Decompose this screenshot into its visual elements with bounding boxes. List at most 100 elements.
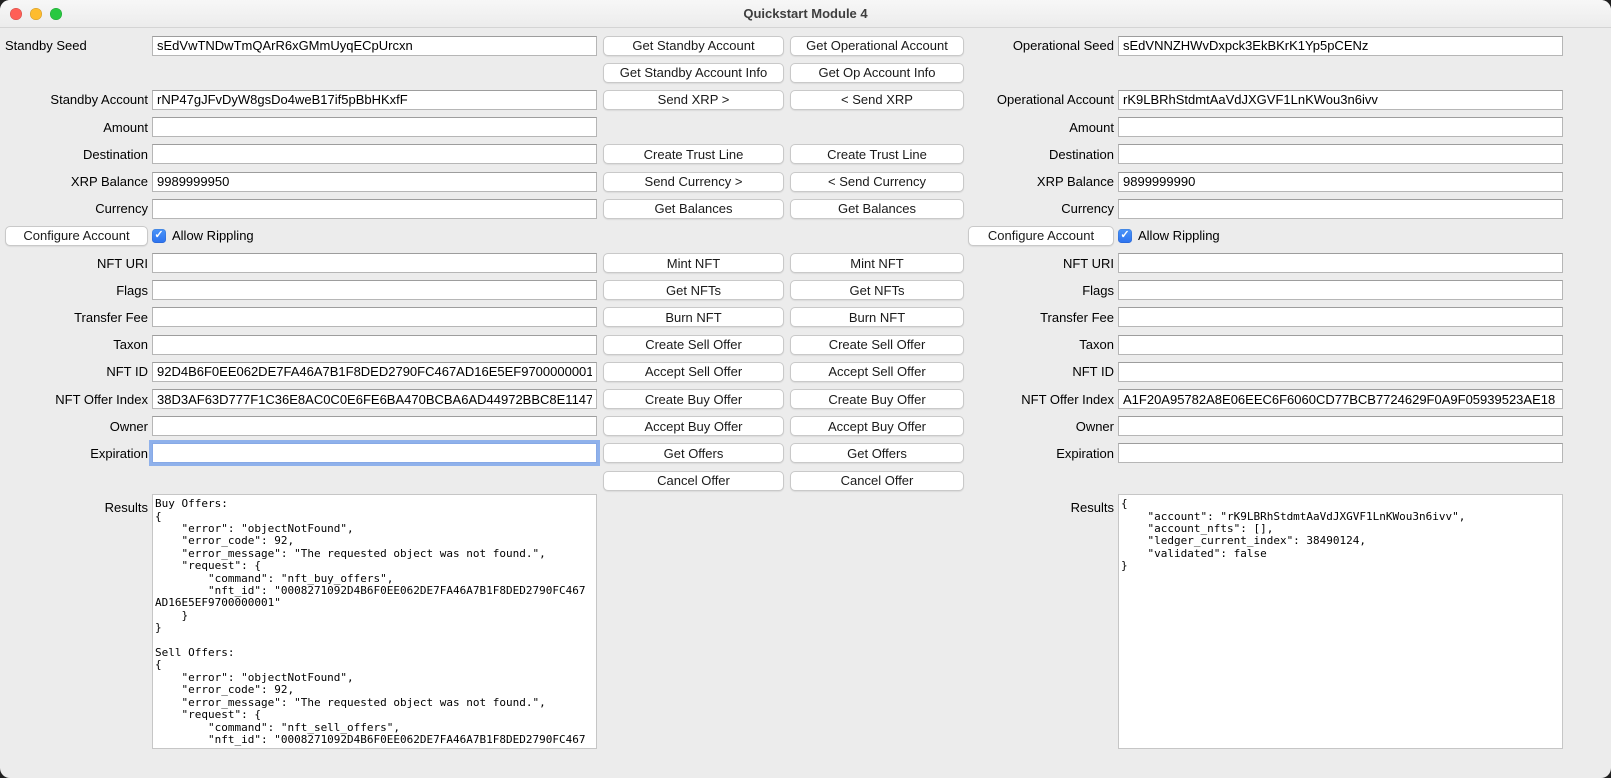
operational-balance-input[interactable] xyxy=(1118,172,1563,192)
create-trust-line-standby-button[interactable]: Create Trust Line xyxy=(603,144,784,164)
standby-taxon-label: Taxon xyxy=(5,337,148,352)
form-row: Currency Get Balances Get Balances Curre… xyxy=(5,195,1606,222)
standby-seed-input[interactable] xyxy=(152,36,597,56)
get-offers-standby-button[interactable]: Get Offers xyxy=(603,443,784,463)
operational-nft-offer-index-input[interactable] xyxy=(1118,389,1563,409)
standby-expiration-label: Expiration xyxy=(5,446,148,461)
window-content: Standby Seed Get Standby Account Get Ope… xyxy=(0,28,1611,751)
zoom-button[interactable] xyxy=(50,8,62,20)
standby-nft-offer-index-input[interactable] xyxy=(152,389,597,409)
standby-allow-rippling-label: Allow Rippling xyxy=(172,228,254,243)
operational-amount-label: Amount xyxy=(968,120,1114,135)
form-row: Standby Account Send XRP > < Send XRP Op… xyxy=(5,86,1606,113)
get-balances-standby-button[interactable]: Get Balances xyxy=(603,199,784,219)
minimize-button[interactable] xyxy=(30,8,42,20)
get-op-account-info-button[interactable]: Get Op Account Info xyxy=(790,63,964,83)
create-trust-line-operational-button[interactable]: Create Trust Line xyxy=(790,144,964,164)
standby-results-label: Results xyxy=(5,494,148,515)
get-offers-operational-button[interactable]: Get Offers xyxy=(790,443,964,463)
standby-destination-label: Destination xyxy=(5,147,148,162)
create-sell-offer-standby-button[interactable]: Create Sell Offer xyxy=(603,335,784,355)
get-operational-account-button[interactable]: Get Operational Account xyxy=(790,36,964,56)
standby-taxon-input[interactable] xyxy=(152,335,597,355)
operational-seed-input[interactable] xyxy=(1118,36,1563,56)
standby-account-label: Standby Account xyxy=(5,92,148,107)
get-standby-account-info-button[interactable]: Get Standby Account Info xyxy=(603,63,784,83)
form-row: Taxon Create Sell Offer Create Sell Offe… xyxy=(5,331,1606,358)
burn-nft-operational-button[interactable]: Burn NFT xyxy=(790,307,964,327)
standby-nft-uri-input[interactable] xyxy=(152,253,597,273)
configure-account-operational-button[interactable]: Configure Account xyxy=(968,226,1114,246)
app-window: Quickstart Module 4 Standby Seed Get Sta… xyxy=(0,0,1611,778)
form-row: Expiration Get Offers Get Offers Expirat… xyxy=(5,440,1606,467)
mint-nft-operational-button[interactable]: Mint NFT xyxy=(790,253,964,273)
standby-flags-input[interactable] xyxy=(152,280,597,300)
get-standby-account-button[interactable]: Get Standby Account xyxy=(603,36,784,56)
accept-sell-offer-standby-button[interactable]: Accept Sell Offer xyxy=(603,362,784,382)
form-row: XRP Balance Send Currency > < Send Curre… xyxy=(5,168,1606,195)
operational-destination-label: Destination xyxy=(968,147,1114,162)
operational-transfer-fee-label: Transfer Fee xyxy=(968,310,1114,325)
standby-expiration-input[interactable] xyxy=(152,443,597,463)
operational-destination-input[interactable] xyxy=(1118,144,1563,164)
operational-nft-uri-label: NFT URI xyxy=(968,256,1114,271)
window-title: Quickstart Module 4 xyxy=(743,6,867,21)
standby-allow-rippling-checkbox[interactable]: ✓ xyxy=(152,229,166,243)
standby-owner-input[interactable] xyxy=(152,416,597,436)
standby-currency-label: Currency xyxy=(5,201,148,216)
operational-taxon-label: Taxon xyxy=(968,337,1114,352)
standby-nft-id-input[interactable] xyxy=(152,362,597,382)
accept-buy-offer-operational-button[interactable]: Accept Buy Offer xyxy=(790,416,964,436)
standby-seed-label: Standby Seed xyxy=(5,38,148,53)
standby-amount-input[interactable] xyxy=(152,117,597,137)
send-xrp-standby-button[interactable]: Send XRP > xyxy=(603,90,784,110)
operational-account-input[interactable] xyxy=(1118,90,1563,110)
mint-nft-standby-button[interactable]: Mint NFT xyxy=(603,253,784,273)
form-row: Destination Create Trust Line Create Tru… xyxy=(5,141,1606,168)
operational-nft-offer-index-label: NFT Offer Index xyxy=(968,392,1114,407)
operational-balance-label: XRP Balance xyxy=(968,174,1114,189)
burn-nft-standby-button[interactable]: Burn NFT xyxy=(603,307,784,327)
standby-results-text[interactable]: Buy Offers: { "error": "objectNotFound",… xyxy=(152,494,597,749)
accept-buy-offer-standby-button[interactable]: Accept Buy Offer xyxy=(603,416,784,436)
send-xrp-operational-button[interactable]: < Send XRP xyxy=(790,90,964,110)
send-currency-standby-button[interactable]: Send Currency > xyxy=(603,172,784,192)
operational-results-text[interactable]: { "account": "rK9LBRhStdmtAaVdJXGVF1LnKW… xyxy=(1118,494,1563,749)
standby-currency-input[interactable] xyxy=(152,199,597,219)
traffic-lights xyxy=(10,0,62,28)
cancel-offer-operational-button[interactable]: Cancel Offer xyxy=(790,471,964,491)
get-nfts-operational-button[interactable]: Get NFTs xyxy=(790,280,964,300)
operational-currency-input[interactable] xyxy=(1118,199,1563,219)
get-balances-operational-button[interactable]: Get Balances xyxy=(790,199,964,219)
operational-owner-input[interactable] xyxy=(1118,416,1563,436)
form-row: NFT ID Accept Sell Offer Accept Sell Off… xyxy=(5,358,1606,385)
get-nfts-standby-button[interactable]: Get NFTs xyxy=(603,280,784,300)
operational-taxon-input[interactable] xyxy=(1118,335,1563,355)
create-sell-offer-operational-button[interactable]: Create Sell Offer xyxy=(790,335,964,355)
standby-balance-label: XRP Balance xyxy=(5,174,148,189)
standby-transfer-fee-input[interactable] xyxy=(152,307,597,327)
results-row: Results Buy Offers: { "error": "objectNo… xyxy=(5,494,1606,751)
create-buy-offer-operational-button[interactable]: Create Buy Offer xyxy=(790,389,964,409)
form-row: Flags Get NFTs Get NFTs Flags xyxy=(5,277,1606,304)
close-button[interactable] xyxy=(10,8,22,20)
cancel-offer-standby-button[interactable]: Cancel Offer xyxy=(603,471,784,491)
operational-flags-input[interactable] xyxy=(1118,280,1563,300)
standby-destination-input[interactable] xyxy=(152,144,597,164)
create-buy-offer-standby-button[interactable]: Create Buy Offer xyxy=(603,389,784,409)
send-currency-operational-button[interactable]: < Send Currency xyxy=(790,172,964,192)
form-row: Owner Accept Buy Offer Accept Buy Offer … xyxy=(5,413,1606,440)
operational-amount-input[interactable] xyxy=(1118,117,1563,137)
operational-allow-rippling-checkbox[interactable]: ✓ xyxy=(1118,229,1132,243)
standby-account-input[interactable] xyxy=(152,90,597,110)
operational-nft-id-input[interactable] xyxy=(1118,362,1563,382)
accept-sell-offer-operational-button[interactable]: Accept Sell Offer xyxy=(790,362,964,382)
standby-balance-input[interactable] xyxy=(152,172,597,192)
operational-nft-uri-input[interactable] xyxy=(1118,253,1563,273)
titlebar[interactable]: Quickstart Module 4 xyxy=(0,0,1611,28)
operational-transfer-fee-input[interactable] xyxy=(1118,307,1563,327)
configure-account-standby-button[interactable]: Configure Account xyxy=(5,226,148,246)
operational-expiration-input[interactable] xyxy=(1118,443,1563,463)
standby-nft-id-label: NFT ID xyxy=(5,364,148,379)
form-row: Cancel Offer Cancel Offer xyxy=(5,467,1606,494)
